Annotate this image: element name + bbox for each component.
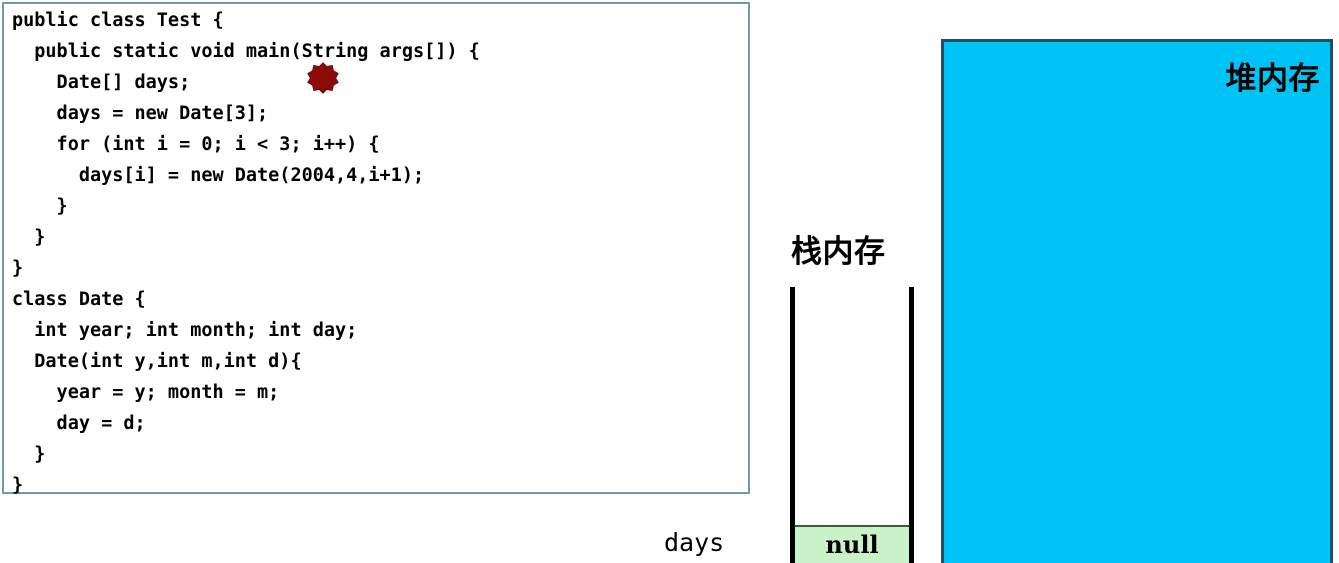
stack-right-wall: [909, 287, 914, 563]
code-panel: public class Test { public static void m…: [2, 2, 750, 496]
stack-variable-label-days: days: [664, 528, 725, 557]
stack-memory-title: 栈内存: [791, 234, 886, 270]
java-code-listing: public class Test { public static void m…: [12, 10, 480, 496]
heap-memory-panel: 堆内存: [941, 39, 1333, 563]
stack-slot-value: null: [825, 530, 879, 559]
heap-memory-title: 堆内存: [1225, 61, 1320, 97]
slide-canvas: public class Test { public static void m…: [0, 0, 1339, 563]
stack-memory-container: null: [790, 287, 916, 563]
stack-left-wall: [790, 287, 795, 563]
starburst-marker-icon: [307, 62, 339, 94]
stack-slot-days: null: [795, 525, 909, 563]
